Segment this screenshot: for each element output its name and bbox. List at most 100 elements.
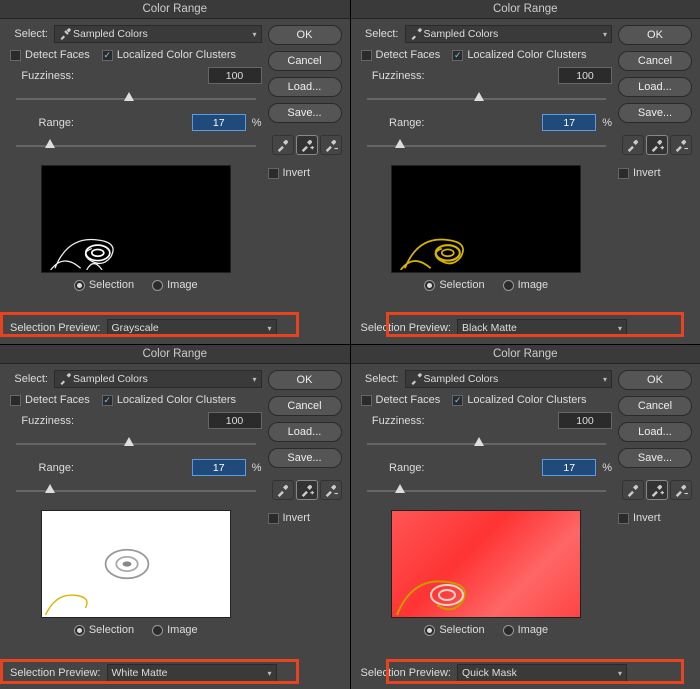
ok-button[interactable]: OK xyxy=(268,25,342,45)
load-button[interactable]: Load... xyxy=(268,77,342,97)
selection-preview-dropdown[interactable]: White Matte xyxy=(107,664,277,682)
cancel-button[interactable]: Cancel xyxy=(618,51,692,71)
selection-preview-value: Black Matte xyxy=(462,322,517,334)
selection-radio[interactable]: Selection xyxy=(74,279,134,291)
preview-thumbnail xyxy=(41,165,231,273)
save-button[interactable]: Save... xyxy=(268,448,342,468)
select-dropdown[interactable]: Sampled Colors xyxy=(405,370,613,388)
invert-checkbox[interactable]: Invert xyxy=(268,167,342,179)
range-slider[interactable] xyxy=(367,482,607,500)
invert-checkbox[interactable]: Invert xyxy=(268,512,342,524)
preview-thumbnail xyxy=(391,165,581,273)
selection-preview-dropdown[interactable]: Grayscale xyxy=(107,319,277,337)
selection-preview-value: Grayscale xyxy=(112,322,159,334)
range-slider[interactable] xyxy=(16,137,256,155)
color-range-dialog: Color Range Select:Sampled Colors Detect… xyxy=(351,345,700,689)
save-button[interactable]: Save... xyxy=(618,103,692,123)
image-radio[interactable]: Image xyxy=(503,279,549,291)
cancel-button[interactable]: Cancel xyxy=(618,396,692,416)
fuzziness-field[interactable]: 100 xyxy=(558,67,612,84)
eyedropper-minus-icon[interactable] xyxy=(320,480,342,500)
localized-clusters-checkbox[interactable]: Localized Color Clusters xyxy=(102,394,236,406)
select-label: Select: xyxy=(361,373,399,385)
fuzziness-label: Fuzziness: xyxy=(10,70,74,82)
ok-button[interactable]: OK xyxy=(618,25,692,45)
range-field[interactable]: 17 xyxy=(192,114,246,131)
select-dropdown[interactable]: Sampled Colors xyxy=(54,370,262,388)
fuzziness-label: Fuzziness: xyxy=(361,415,425,427)
fuzziness-slider[interactable] xyxy=(367,90,607,108)
range-field[interactable]: 17 xyxy=(542,459,596,476)
fuzziness-field[interactable]: 100 xyxy=(558,412,612,429)
range-field[interactable]: 17 xyxy=(192,459,246,476)
fuzziness-field[interactable]: 100 xyxy=(208,412,262,429)
eyedropper-icon xyxy=(59,28,71,40)
cancel-button[interactable]: Cancel xyxy=(268,396,342,416)
ok-button[interactable]: OK xyxy=(268,370,342,390)
select-label: Select: xyxy=(10,373,48,385)
preview-thumbnail xyxy=(41,510,231,618)
eyedropper-minus-icon[interactable] xyxy=(670,135,692,155)
eyedropper-icon[interactable] xyxy=(622,480,644,500)
selection-preview-dropdown[interactable]: Black Matte xyxy=(457,319,627,337)
eyedropper-plus-icon[interactable] xyxy=(296,480,318,500)
eyedropper-minus-icon[interactable] xyxy=(320,135,342,155)
range-field[interactable]: 17 xyxy=(542,114,596,131)
save-button[interactable]: Save... xyxy=(618,448,692,468)
fuzziness-slider[interactable] xyxy=(16,90,256,108)
percent-label: % xyxy=(602,462,612,474)
select-dropdown[interactable]: Sampled Colors xyxy=(54,25,262,43)
detect-faces-checkbox[interactable]: Detect Faces xyxy=(10,49,90,61)
save-button[interactable]: Save... xyxy=(268,103,342,123)
selection-preview-value: Quick Mask xyxy=(462,667,517,679)
fuzziness-field[interactable]: 100 xyxy=(208,67,262,84)
image-radio[interactable]: Image xyxy=(503,624,549,636)
image-radio[interactable]: Image xyxy=(152,279,198,291)
dialog-title: Color Range xyxy=(0,0,350,19)
selection-preview-label: Selection Preview: xyxy=(361,667,452,679)
range-label: Range: xyxy=(361,462,425,474)
select-dropdown[interactable]: Sampled Colors xyxy=(405,25,613,43)
select-label: Select: xyxy=(10,28,48,40)
load-button[interactable]: Load... xyxy=(618,77,692,97)
eyedropper-icon[interactable] xyxy=(622,135,644,155)
eyedropper-icon[interactable] xyxy=(272,135,294,155)
image-radio[interactable]: Image xyxy=(152,624,198,636)
eyedropper-icon xyxy=(410,28,422,40)
selection-radio[interactable]: Selection xyxy=(424,279,484,291)
selection-radio[interactable]: Selection xyxy=(424,624,484,636)
fuzziness-slider[interactable] xyxy=(16,435,256,453)
range-label: Range: xyxy=(10,462,74,474)
localized-clusters-checkbox[interactable]: Localized Color Clusters xyxy=(452,49,586,61)
invert-checkbox[interactable]: Invert xyxy=(618,167,692,179)
eyedropper-plus-icon[interactable] xyxy=(646,480,668,500)
detect-faces-checkbox[interactable]: Detect Faces xyxy=(361,394,441,406)
ok-button[interactable]: OK xyxy=(618,370,692,390)
eyedropper-plus-icon[interactable] xyxy=(646,135,668,155)
localized-clusters-checkbox[interactable]: Localized Color Clusters xyxy=(452,394,586,406)
eyedropper-minus-icon[interactable] xyxy=(670,480,692,500)
detect-faces-checkbox[interactable]: Detect Faces xyxy=(361,49,441,61)
load-button[interactable]: Load... xyxy=(618,422,692,442)
color-range-dialog: Color Range Select: Sampled Colors Detec… xyxy=(0,0,350,344)
eyedropper-icon xyxy=(59,373,71,385)
range-slider[interactable] xyxy=(367,137,607,155)
color-range-dialog: Color Range Select:Sampled Colors Detect… xyxy=(0,345,350,689)
cancel-button[interactable]: Cancel xyxy=(268,51,342,71)
range-slider[interactable] xyxy=(16,482,256,500)
eyedropper-icon[interactable] xyxy=(272,480,294,500)
selection-preview-dropdown[interactable]: Quick Mask xyxy=(457,664,627,682)
fuzziness-label: Fuzziness: xyxy=(10,415,74,427)
invert-checkbox[interactable]: Invert xyxy=(618,512,692,524)
eyedropper-plus-icon[interactable] xyxy=(296,135,318,155)
color-range-dialog: Color Range Select: Sampled Colors Detec… xyxy=(351,0,700,344)
localized-clusters-checkbox[interactable]: Localized Color Clusters xyxy=(102,49,236,61)
select-value: Sampled Colors xyxy=(424,373,499,385)
select-value: Sampled Colors xyxy=(73,28,148,40)
eyedropper-icon xyxy=(410,373,422,385)
load-button[interactable]: Load... xyxy=(268,422,342,442)
selection-radio[interactable]: Selection xyxy=(74,624,134,636)
fuzziness-slider[interactable] xyxy=(367,435,607,453)
detect-faces-checkbox[interactable]: Detect Faces xyxy=(10,394,90,406)
select-label: Select: xyxy=(361,28,399,40)
